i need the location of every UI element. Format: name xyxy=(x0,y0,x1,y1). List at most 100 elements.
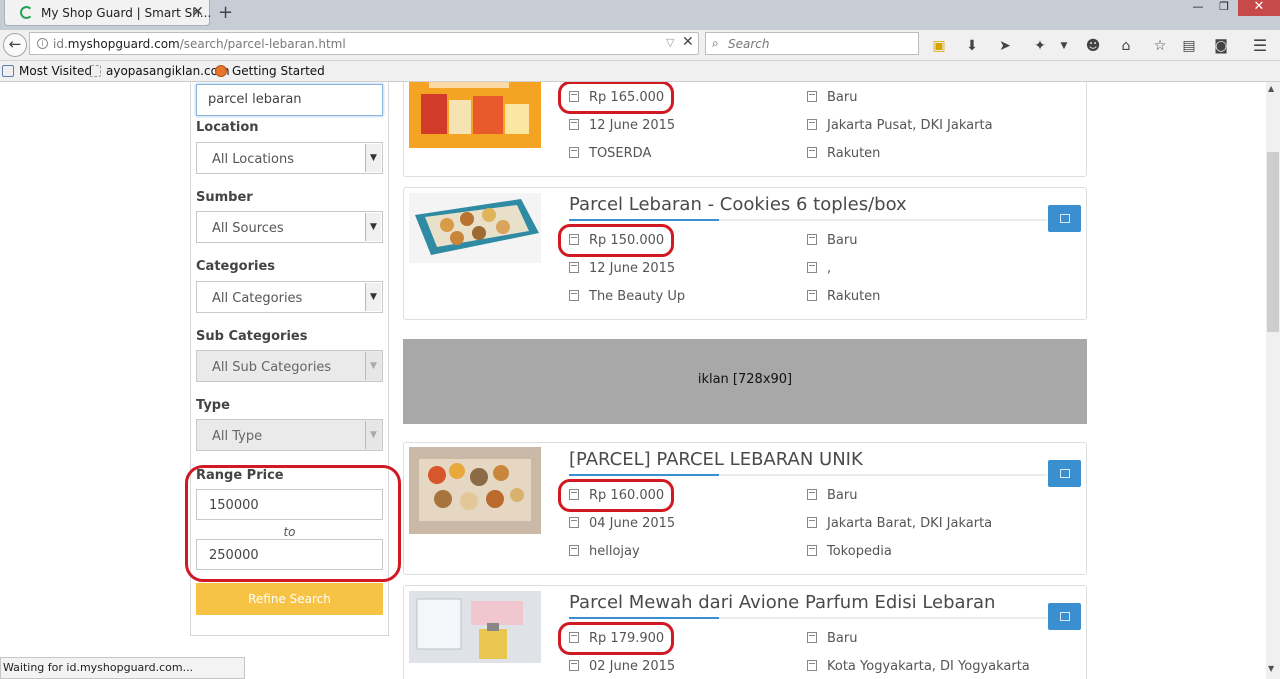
map-pin-icon xyxy=(807,660,817,671)
range-price-annotation xyxy=(185,465,401,582)
back-arrow-icon: ← xyxy=(8,35,22,53)
window-close-button[interactable]: ✕ xyxy=(1238,0,1280,16)
seller-meta: hellojay xyxy=(569,544,640,559)
source-select[interactable]: All Sources ▼ xyxy=(196,211,383,243)
scroll-down-icon[interactable]: ▼ xyxy=(1268,664,1274,673)
condition-icon xyxy=(807,234,817,245)
save-button[interactable] xyxy=(1048,205,1081,232)
refine-search-button[interactable]: Refine Search xyxy=(196,583,383,615)
firefox-icon xyxy=(215,65,227,77)
calendar-icon xyxy=(569,262,579,273)
product-image[interactable] xyxy=(409,447,541,534)
extension-icon[interactable]: ✦ xyxy=(1031,37,1049,55)
save-icon xyxy=(1060,214,1070,223)
price-annotation xyxy=(558,622,674,655)
bookmark-star-icon[interactable]: ☆ xyxy=(1151,37,1169,55)
search-bar[interactable]: ⌕ Search xyxy=(705,32,919,55)
calendar-icon xyxy=(569,119,579,130)
menu-icon[interactable]: ☰ xyxy=(1251,37,1269,55)
categories-select[interactable]: All Categories ▼ xyxy=(196,281,383,313)
location-meta: Jakarta Barat, DKI Jakarta xyxy=(807,516,992,531)
save-icon xyxy=(1060,469,1070,478)
window-maximize-button[interactable]: ❐ xyxy=(1212,0,1236,14)
location-select[interactable]: All Locations ▼ xyxy=(196,142,383,174)
scroll-up-icon[interactable]: ▲ xyxy=(1268,84,1274,93)
url-bar[interactable]: i id.myshopguard.com/search/parcel-lebar… xyxy=(29,32,699,55)
site-info-icon[interactable]: i xyxy=(37,38,48,49)
title-underline xyxy=(569,617,1047,619)
seller-meta: The Beauty Up xyxy=(569,289,685,304)
chat-icon[interactable]: ☻ xyxy=(1084,37,1102,55)
tab-strip: My Shop Guard | Smart Sh... ✕ + — ❐ ✕ xyxy=(0,0,1280,30)
stop-loading-icon[interactable]: ✕ xyxy=(682,34,694,50)
chevron-down-icon: ▼ xyxy=(365,144,381,172)
subcategories-label: Sub Categories xyxy=(196,329,308,344)
tab-title: My Shop Guard | Smart Sh... xyxy=(41,6,212,20)
store-icon xyxy=(569,545,579,556)
condition-icon xyxy=(807,489,817,500)
ad-banner[interactable]: iklan [728x90] xyxy=(403,339,1087,424)
calendar-icon xyxy=(569,517,579,528)
condition-meta: Baru xyxy=(807,488,857,503)
marketplace-icon xyxy=(807,147,817,158)
reading-list-icon[interactable]: ▤ xyxy=(1180,37,1198,55)
location-meta: Jakarta Pusat, DKI Jakarta xyxy=(807,118,993,133)
browser-tab[interactable]: My Shop Guard | Smart Sh... ✕ xyxy=(4,0,212,26)
product-title-link[interactable]: Parcel Lebaran - Cookies 6 toples/box xyxy=(569,194,907,215)
chevron-down-icon: ▼ xyxy=(365,352,381,380)
page-content: parcel lebaran Location All Locations ▼ S… xyxy=(0,82,1266,679)
addon-icon[interactable]: ▣ xyxy=(930,37,948,55)
url-text: id.myshopguard.com/search/parcel-lebaran… xyxy=(53,37,346,51)
page-icon xyxy=(89,65,101,77)
result-card: Parcel Mewah dari Avione Parfum Edisi Le… xyxy=(403,585,1087,679)
marketplace-meta: Rakuten xyxy=(807,146,880,161)
type-label: Type xyxy=(196,398,230,413)
product-image[interactable] xyxy=(409,591,541,663)
window-minimize-button[interactable]: — xyxy=(1186,0,1210,14)
back-button[interactable]: ← xyxy=(3,33,27,57)
keyword-input[interactable]: parcel lebaran xyxy=(196,84,383,116)
price-annotation xyxy=(558,224,674,257)
marketplace-icon xyxy=(807,545,817,556)
date-meta: 02 June 2015 xyxy=(569,659,675,674)
seller-meta: TOSERDA xyxy=(569,146,651,161)
product-title-link[interactable]: Parcel Mewah dari Avione Parfum Edisi Le… xyxy=(569,592,995,613)
product-title-link[interactable]: [PARCEL] PARCEL LEBARAN UNIK xyxy=(569,449,863,470)
map-pin-icon xyxy=(807,262,817,273)
title-underline xyxy=(569,219,1047,221)
folder-icon xyxy=(2,65,14,77)
map-pin-icon xyxy=(807,119,817,130)
tab-close-icon[interactable]: ✕ xyxy=(192,4,204,20)
map-pin-icon xyxy=(807,517,817,528)
title-underline xyxy=(569,474,1047,476)
calendar-icon xyxy=(569,660,579,671)
save-button[interactable] xyxy=(1048,460,1081,487)
chevron-down-icon: ▼ xyxy=(365,213,381,241)
save-button[interactable] xyxy=(1048,603,1081,630)
url-dropdown-icon[interactable]: ▽ xyxy=(666,36,674,49)
scrollbar-thumb[interactable] xyxy=(1267,152,1279,332)
extension-menu-icon[interactable]: ▼ xyxy=(1055,37,1073,55)
product-image[interactable] xyxy=(409,82,541,148)
location-meta: , xyxy=(807,261,831,276)
downloads-icon[interactable]: ⬇ xyxy=(963,37,981,55)
page-scrollbar[interactable]: ▲ ▼ xyxy=(1266,82,1280,679)
pocket-icon[interactable]: ◙ xyxy=(1212,37,1230,55)
bookmark-most-visited[interactable]: Most Visited xyxy=(2,64,92,78)
condition-meta: Baru xyxy=(807,631,857,646)
send-icon[interactable]: ➤ xyxy=(996,37,1014,55)
subcategories-select: All Sub Categories ▼ xyxy=(196,350,383,382)
product-image[interactable] xyxy=(409,193,541,263)
new-tab-button[interactable]: + xyxy=(218,2,233,23)
date-meta: 04 June 2015 xyxy=(569,516,675,531)
store-icon xyxy=(569,147,579,158)
result-card: Parcel Lebaran - Cookies 6 toples/box Rp… xyxy=(403,187,1087,320)
price-annotation xyxy=(558,479,674,512)
marketplace-meta: Tokopedia xyxy=(807,544,892,559)
chevron-down-icon: ▼ xyxy=(365,421,381,449)
loading-throbber-icon xyxy=(20,6,33,19)
bookmark-getting-started[interactable]: Getting Started xyxy=(215,64,325,78)
home-icon[interactable]: ⌂ xyxy=(1117,37,1135,55)
location-label: Location xyxy=(196,120,259,135)
bookmark-ayopasangiklan[interactable]: ayopasangiklan.com xyxy=(89,64,230,78)
